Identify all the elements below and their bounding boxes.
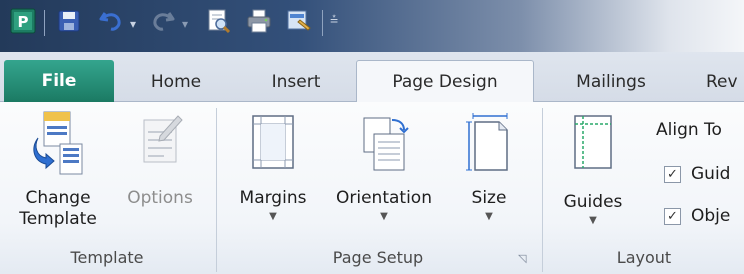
- group-separator: [542, 108, 543, 272]
- save-icon[interactable]: [54, 6, 84, 36]
- template-group-label: Template: [70, 247, 144, 267]
- group-separator: [216, 108, 217, 272]
- size-button[interactable]: Size ▼: [452, 110, 526, 223]
- customize-qat-icon[interactable]: ⩮: [330, 13, 338, 27]
- tab-home[interactable]: Home: [136, 62, 216, 102]
- orientation-icon: [363, 117, 409, 171]
- page-setup-group-label: Page Setup: [332, 247, 424, 267]
- size-icon: [466, 113, 508, 171]
- guides-label: Guides: [563, 192, 623, 212]
- page-setup-dialog-launcher-icon[interactable]: ◹: [518, 252, 526, 265]
- margins-button[interactable]: Margins ▼: [226, 110, 320, 223]
- tab-insert[interactable]: Insert: [258, 62, 334, 102]
- change-template-icon: [33, 111, 83, 175]
- title-bar: P ▾ ▾ ⩮: [0, 0, 744, 52]
- ribbon-panel: Change Template Options Template Margins…: [0, 102, 744, 274]
- undo-icon[interactable]: [96, 6, 126, 36]
- redo-icon[interactable]: [148, 6, 178, 36]
- align-guides-label: Guid: [691, 164, 731, 184]
- tab-review[interactable]: Rev: [706, 62, 744, 102]
- options-icon: [143, 115, 183, 163]
- size-label: Size: [471, 188, 507, 208]
- guides-button[interactable]: Guides ▼: [552, 110, 634, 227]
- ribbon-tab-bar: File Home Insert Page Design Mailings Re…: [0, 52, 744, 103]
- margins-dropdown-icon: ▼: [269, 211, 277, 222]
- size-dropdown-icon: ▼: [485, 211, 493, 222]
- format-painter-icon[interactable]: [284, 6, 314, 36]
- align-to-guides-checkbox[interactable]: ✓ Guid: [664, 164, 730, 184]
- checkbox-checked-icon[interactable]: ✓: [664, 207, 681, 225]
- print-preview-icon[interactable]: [204, 6, 234, 36]
- orientation-label: Orientation: [336, 188, 432, 208]
- layout-group-label: Layout: [616, 247, 672, 267]
- svg-text:P: P: [18, 13, 29, 31]
- tab-mailings[interactable]: Mailings: [556, 62, 666, 102]
- checkbox-checked-icon[interactable]: ✓: [664, 165, 681, 183]
- guides-icon: [574, 115, 612, 169]
- tab-file[interactable]: File: [4, 60, 114, 102]
- margins-label: Margins: [239, 188, 307, 208]
- orientation-button[interactable]: Orientation ▼: [322, 110, 446, 223]
- tab-page-design[interactable]: Page Design: [356, 60, 534, 103]
- guides-dropdown-icon: ▼: [589, 215, 597, 226]
- publisher-icon[interactable]: P: [8, 6, 38, 36]
- redo-dropdown-icon[interactable]: ▾: [182, 18, 188, 30]
- orientation-dropdown-icon: ▼: [380, 211, 388, 222]
- margins-icon: [252, 115, 294, 169]
- align-to-text: Align To: [656, 120, 722, 140]
- options-button[interactable]: Options: [112, 110, 208, 209]
- qat-separator: [44, 10, 45, 36]
- qat-separator: [322, 10, 323, 36]
- align-objects-label: Obje: [691, 206, 731, 226]
- change-template-button[interactable]: Change Template: [8, 110, 108, 230]
- change-template-label-2: Template: [19, 209, 97, 229]
- align-to-label: Align To: [656, 120, 722, 140]
- options-label: Options: [127, 188, 193, 208]
- undo-dropdown-icon[interactable]: ▾: [130, 18, 136, 30]
- align-to-objects-checkbox[interactable]: ✓ Obje: [664, 206, 730, 226]
- print-icon[interactable]: [244, 6, 274, 36]
- change-template-label-1: Change: [25, 188, 91, 208]
